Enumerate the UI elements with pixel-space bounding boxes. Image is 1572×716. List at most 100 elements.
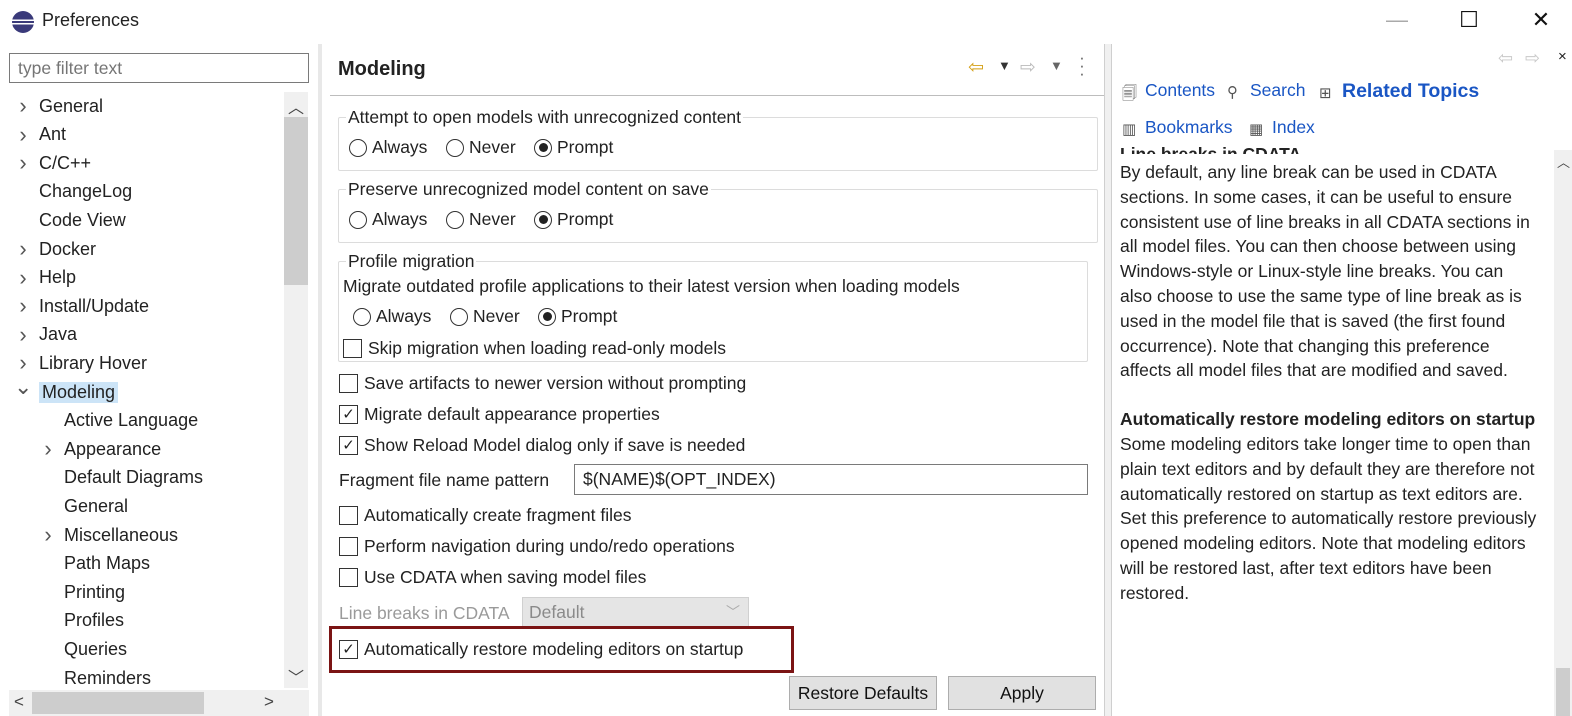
- checkbox-label: Migrate default appearance properties: [364, 404, 660, 424]
- eclipse-logo-icon: [12, 11, 34, 33]
- tree-item[interactable]: ChangeLog: [14, 178, 132, 206]
- tree-item[interactable]: Profiles: [39, 607, 124, 635]
- tree-item[interactable]: Printing: [39, 578, 125, 606]
- tree-horizontal-scroll-thumb[interactable]: [32, 692, 204, 714]
- tree-item[interactable]: › Ant: [14, 121, 66, 149]
- open-always-radio[interactable]: Always: [349, 137, 427, 158]
- scroll-down-icon[interactable]: ﹀: [288, 664, 304, 688]
- scroll-up-icon[interactable]: ︿: [288, 94, 304, 118]
- tree-item[interactable]: › Java: [14, 321, 77, 349]
- maximize-button[interactable]: ☐: [1434, 0, 1504, 40]
- tree-item-label: Profiles: [64, 610, 125, 631]
- chevron-right-icon[interactable]: ›: [14, 236, 32, 262]
- chevron-right-icon[interactable]: ›: [14, 93, 32, 119]
- search-icon: ⚲: [1227, 83, 1238, 101]
- tree-item[interactable]: Queries: [39, 635, 127, 663]
- tree-item[interactable]: ⌄ Modeling: [14, 374, 119, 406]
- chevron-right-icon[interactable]: ›: [39, 522, 57, 548]
- page-title: Modeling: [338, 58, 426, 80]
- line-breaks-select: Default ﹀: [522, 597, 749, 629]
- minimize-button[interactable]: —: [1362, 0, 1432, 40]
- apply-button[interactable]: Apply: [948, 676, 1096, 710]
- forward-dropdown-icon[interactable]: ▼: [1050, 58, 1063, 73]
- tree-item[interactable]: › Appearance: [39, 435, 161, 463]
- line-breaks-label: Line breaks in CDATA: [339, 603, 510, 623]
- restore-defaults-button[interactable]: Restore Defaults: [789, 676, 937, 710]
- chevron-right-icon[interactable]: ›: [14, 322, 32, 348]
- help-divider[interactable]: [1104, 44, 1112, 716]
- open-prompt-radio[interactable]: Prompt: [534, 137, 613, 158]
- skip-migration-checkbox[interactable]: Skip migration when loading read-only mo…: [343, 338, 726, 359]
- chevron-right-icon[interactable]: ›: [14, 293, 32, 319]
- filter-input[interactable]: [9, 53, 309, 83]
- profile-always-radio[interactable]: Always: [353, 306, 431, 327]
- tree-item-label: Modeling: [39, 381, 119, 403]
- scroll-left-icon[interactable]: <: [14, 692, 24, 712]
- back-arrow-icon[interactable]: ⇦: [968, 56, 984, 79]
- tree-item[interactable]: › Help: [14, 264, 76, 292]
- chevron-right-icon[interactable]: ›: [14, 122, 32, 148]
- undo-navigation-checkbox[interactable]: Perform navigation during undo/redo oper…: [339, 536, 735, 557]
- chevron-right-icon[interactable]: ›: [14, 350, 32, 376]
- tree-item[interactable]: › General: [14, 92, 103, 120]
- profile-never-radio[interactable]: Never: [450, 306, 520, 327]
- chevron-down-icon: ﹀: [726, 604, 740, 620]
- help-tab-index[interactable]: ▦ Index: [1249, 117, 1315, 138]
- tree-item[interactable]: › Install/Update: [14, 292, 149, 320]
- tree-item[interactable]: › Library Hover: [14, 349, 147, 377]
- help-vertical-scrollbar[interactable]: [1554, 150, 1572, 716]
- chevron-right-icon[interactable]: ›: [39, 436, 57, 462]
- chevron-down-icon[interactable]: ⌄: [14, 374, 32, 400]
- chevron-right-icon[interactable]: ›: [14, 265, 32, 291]
- help-scroll-up-icon[interactable]: ︿: [1557, 152, 1570, 171]
- tree-item[interactable]: Reminders: [39, 664, 151, 692]
- tree-item[interactable]: Active Language: [39, 407, 198, 435]
- close-button[interactable]: ✕: [1506, 0, 1572, 40]
- window-title: Preferences: [42, 10, 140, 30]
- preserve-prompt-radio[interactable]: Prompt: [534, 209, 613, 230]
- use-cdata-checkbox[interactable]: Use CDATA when saving model files: [339, 567, 646, 588]
- preserve-always-radio[interactable]: Always: [349, 209, 427, 230]
- tree-item[interactable]: › C/C++: [14, 149, 91, 177]
- radio-circle: [349, 210, 367, 229]
- help-back-icon[interactable]: ⇦: [1498, 48, 1513, 69]
- save-artifacts-checkbox[interactable]: Save artifacts to newer version without …: [339, 373, 746, 394]
- view-menu-icon[interactable]: · · ·: [1078, 49, 1086, 82]
- help-vertical-scroll-thumb[interactable]: [1556, 668, 1570, 716]
- help-tab-search[interactable]: ⚲ Search: [1227, 80, 1305, 101]
- bookmarks-icon: ▥: [1122, 120, 1137, 138]
- forward-arrow-icon[interactable]: ⇨: [1020, 56, 1036, 79]
- checkbox-label: Save artifacts to newer version without …: [364, 373, 747, 393]
- radio-label: Prompt: [557, 137, 614, 157]
- migrate-appearance-checkbox[interactable]: ✓ Migrate default appearance properties: [339, 404, 660, 425]
- tree-item[interactable]: Default Diagrams: [39, 464, 203, 492]
- tree-item[interactable]: › Docker: [14, 235, 96, 263]
- show-reload-dialog-checkbox[interactable]: ✓ Show Reload Model dialog only if save i…: [339, 435, 745, 456]
- back-dropdown-icon[interactable]: ▼: [998, 58, 1011, 73]
- preserve-never-radio[interactable]: Never: [446, 209, 516, 230]
- create-fragments-checkbox[interactable]: Automatically create fragment files: [339, 505, 631, 526]
- tree-item-label: Ant: [39, 124, 67, 145]
- help-tab-bookmarks[interactable]: ▥ Bookmarks: [1122, 117, 1233, 138]
- profile-prompt-radio[interactable]: Prompt: [538, 306, 617, 327]
- fragment-pattern-input[interactable]: [574, 464, 1088, 495]
- tree-item-label: Code View: [39, 209, 126, 230]
- tree-item[interactable]: Path Maps: [39, 550, 150, 578]
- tree-vertical-scroll-thumb[interactable]: [284, 117, 308, 285]
- tree-item[interactable]: › Miscellaneous: [39, 521, 178, 549]
- tree-item[interactable]: General: [39, 492, 128, 520]
- chevron-right-icon[interactable]: ›: [14, 150, 32, 176]
- radio-label: Always: [376, 306, 432, 326]
- tree-item[interactable]: Code View: [14, 206, 126, 234]
- preserve-content-label: Preserve unrecognized model content on s…: [346, 179, 711, 200]
- tree-item-label: Default Diagrams: [64, 467, 204, 488]
- scroll-right-icon[interactable]: >: [264, 692, 274, 712]
- help-tab-contents[interactable]: 🗐 Contents: [1122, 80, 1215, 102]
- help-cut-heading: Line breaks in CDATA: [1120, 144, 1302, 154]
- open-never-radio[interactable]: Never: [446, 137, 516, 158]
- help-close-icon[interactable]: ×: [1558, 48, 1567, 65]
- checkbox-box: [343, 339, 362, 358]
- help-forward-icon[interactable]: ⇨: [1525, 48, 1540, 69]
- fragment-pattern-label: Fragment file name pattern: [339, 470, 550, 490]
- help-tab-related-topics[interactable]: ⊞ Related Topics: [1319, 80, 1479, 103]
